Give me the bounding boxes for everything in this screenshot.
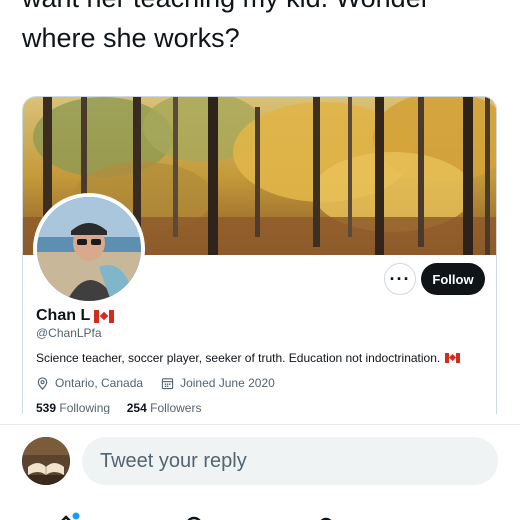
avatar-photo: [37, 197, 141, 301]
canada-flag-icon: [445, 353, 461, 363]
reply-input[interactable]: [82, 437, 498, 485]
calendar-icon: [161, 377, 174, 389]
profile-stats: 539 Following 254 Followers: [36, 401, 201, 414]
home-icon[interactable]: [52, 511, 80, 520]
profile-bio-text: Science teacher, soccer player, seeker o…: [36, 351, 441, 365]
followers-link[interactable]: 254 Followers: [127, 401, 202, 414]
canada-flag-icon: [94, 309, 115, 323]
bottom-nav: [0, 505, 520, 520]
profile-card[interactable]: ··· Follow Chan L @ChanLPfa Science teac…: [22, 96, 497, 414]
following-count: 539: [36, 401, 57, 414]
profile-name[interactable]: Chan L: [36, 307, 115, 325]
spaces-icon[interactable]: [312, 511, 340, 520]
tweet-text-line-1: want her teaching my kid. Wonder: [22, 0, 512, 18]
tweet-text-line-2: where she works?: [22, 23, 240, 53]
followers-count: 254: [126, 401, 147, 414]
messages-icon[interactable]: [442, 511, 470, 520]
divider: [0, 424, 520, 425]
following-label: Following: [59, 401, 111, 414]
follow-button[interactable]: Follow: [421, 263, 485, 295]
more-options-button[interactable]: ···: [384, 263, 416, 295]
following-link[interactable]: 539 Following: [36, 401, 110, 414]
search-icon[interactable]: [180, 511, 208, 520]
location-icon: [37, 376, 48, 390]
tweet-text: want her teaching my kid. Wonder where s…: [22, 0, 512, 58]
reply-avatar[interactable]: [22, 437, 70, 485]
profile-location: Ontario, Canada: [55, 376, 144, 390]
profile-joined: Joined June 2020: [180, 376, 275, 390]
profile-meta: Ontario, Canada Joined June 2020: [36, 376, 275, 390]
profile-bio: Science teacher, soccer player, seeker o…: [36, 351, 461, 365]
profile-handle[interactable]: @ChanLPfa: [36, 326, 102, 340]
profile-avatar[interactable]: [33, 193, 145, 305]
reply-avatar-image: [22, 437, 70, 485]
profile-name-text: Chan L: [36, 307, 91, 324]
followers-label: Followers: [150, 401, 202, 414]
more-icon: ···: [389, 268, 411, 289]
